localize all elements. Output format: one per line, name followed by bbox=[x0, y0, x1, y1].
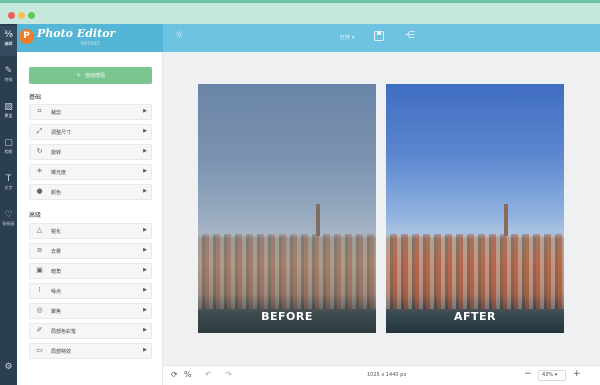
rail-item-effects[interactable]: ✎ 特效 bbox=[0, 62, 17, 92]
logo-badge-icon: P bbox=[19, 29, 34, 44]
exposure-icon: ☀ bbox=[36, 167, 43, 175]
chevron-right-icon: ▶ bbox=[143, 168, 147, 174]
tool-vignette[interactable]: ▣ 暗角 ▶ bbox=[29, 263, 152, 279]
zoom-select[interactable]: 43% ▾ bbox=[538, 370, 566, 381]
chevron-right-icon: ▶ bbox=[143, 128, 147, 134]
crop-icon: ⌗ bbox=[37, 107, 42, 115]
share-icon[interactable]: ⋲ bbox=[405, 30, 415, 41]
left-rail: ⅜ 编辑 ✎ 特效 ▨ 覆盖 ▢ 相框 T 文字 ♡ 贴纸画 ⚙ bbox=[0, 24, 17, 385]
open-menu[interactable]: 打开 ▾ bbox=[340, 34, 355, 41]
zoom-out-button[interactable]: − bbox=[524, 369, 532, 379]
chevron-right-icon: ▶ bbox=[143, 287, 147, 293]
brush-icon: ✎ bbox=[4, 66, 13, 76]
tool-dehaze[interactable]: ≡ 去雾 ▶ bbox=[29, 243, 152, 259]
color-brush-icon: ✐ bbox=[36, 326, 43, 334]
auto-enhance-button[interactable]: ✧ 自动增强 bbox=[29, 67, 152, 84]
rail-item-text[interactable]: T 文字 bbox=[0, 170, 17, 200]
tool-color[interactable]: ● 颜色 ▶ bbox=[29, 184, 152, 200]
sliders-icon: ⅜ bbox=[4, 30, 13, 40]
frame-icon: ▢ bbox=[4, 138, 13, 148]
section-basic-title: 基础 bbox=[29, 94, 42, 101]
rail-item-frame[interactable]: ▢ 相框 bbox=[0, 134, 17, 164]
app-logo: P Photo Editor POTOST bbox=[17, 24, 163, 52]
section-advanced-title: 高级 bbox=[29, 212, 42, 219]
tool-exposure[interactable]: ☀ 曝光度 ▶ bbox=[29, 164, 152, 180]
tool-crop[interactable]: ⌗ 裁剪 ▶ bbox=[29, 104, 152, 120]
photo-canvas[interactable]: BEFORE AFTER bbox=[163, 52, 600, 365]
chevron-right-icon: ▶ bbox=[143, 227, 147, 233]
chevron-right-icon: ▶ bbox=[143, 247, 147, 253]
sharpen-icon: △ bbox=[36, 226, 43, 234]
heart-icon: ♡ bbox=[4, 210, 13, 220]
zoom-value: 43% bbox=[542, 372, 554, 378]
open-menu-label: 打开 bbox=[340, 35, 351, 41]
rail-item-edit[interactable]: ⅜ 编辑 bbox=[0, 26, 17, 56]
texture-icon: ▨ bbox=[4, 102, 13, 112]
rotate-icon: ↻ bbox=[36, 147, 43, 155]
close-window-button[interactable] bbox=[8, 12, 15, 19]
caret-down-icon: ▾ bbox=[352, 35, 355, 41]
after-photo: AFTER bbox=[386, 84, 564, 333]
after-label: AFTER bbox=[453, 310, 496, 323]
window-titlebar bbox=[0, 0, 600, 24]
image-dimensions: 1025 x 1440 px bbox=[367, 372, 407, 378]
zoom-in-button[interactable]: + bbox=[573, 369, 581, 379]
tool-sharpen[interactable]: △ 锐化 ▶ bbox=[29, 223, 152, 239]
tool-noise[interactable]: ⁞ 噪点 ▶ bbox=[29, 283, 152, 299]
tool-resize[interactable]: ⤢ 调整尺寸 ▶ bbox=[29, 124, 152, 140]
app-subtitle: POTOST bbox=[81, 41, 101, 46]
bell-tower bbox=[316, 204, 320, 236]
before-photo: BEFORE bbox=[198, 84, 376, 333]
rail-item-stickers[interactable]: ♡ 贴纸画 bbox=[0, 206, 17, 236]
tool-color-brush[interactable]: ✐ 局部色彩笔 ▶ bbox=[29, 323, 152, 339]
tool-rotate[interactable]: ↻ 旋转 ▶ bbox=[29, 144, 152, 160]
maximize-window-button[interactable] bbox=[28, 12, 35, 19]
city-skyline bbox=[198, 234, 376, 309]
bell-tower bbox=[504, 204, 508, 236]
settings-gear-icon[interactable]: ⚙ bbox=[0, 362, 17, 372]
chevron-right-icon: ▶ bbox=[143, 327, 147, 333]
before-label: BEFORE bbox=[261, 310, 313, 323]
chevron-right-icon: ▶ bbox=[143, 347, 147, 353]
noise-icon: ⁞ bbox=[38, 286, 41, 294]
vignette-icon: ▣ bbox=[36, 266, 43, 274]
city-skyline bbox=[386, 234, 564, 309]
chevron-right-icon: ▶ bbox=[143, 108, 147, 114]
dehaze-icon: ≡ bbox=[36, 246, 43, 254]
app-header: P Photo Editor POTOST ☼ 打开 ▾ ⋲ bbox=[17, 24, 600, 52]
tool-panel: ✧ 自动增强 基础 ⌗ 裁剪 ▶ ⤢ 调整尺寸 ▶ ↻ 旋转 ▶ ☀ 曝光度 ▶ … bbox=[17, 52, 163, 385]
tool-local-effect[interactable]: ▭ 局部特效 ▶ bbox=[29, 343, 152, 359]
minimize-window-button[interactable] bbox=[18, 12, 25, 19]
chevron-right-icon: ▶ bbox=[143, 148, 147, 154]
magic-wand-icon: ✧ bbox=[75, 72, 81, 79]
bottom-toolbar: ⟳ % ↶ ↷ 1025 x 1440 px − 43% ▾ + bbox=[163, 365, 600, 385]
auto-enhance-label: 自动增强 bbox=[85, 73, 106, 79]
rail-item-overlay[interactable]: ▨ 覆盖 bbox=[0, 98, 17, 128]
tool-focus[interactable]: ◎ 聚焦 ▶ bbox=[29, 303, 152, 319]
text-icon: T bbox=[5, 174, 12, 184]
focus-icon: ◎ bbox=[36, 306, 43, 314]
chevron-right-icon: ▶ bbox=[143, 307, 147, 313]
chevron-right-icon: ▶ bbox=[143, 188, 147, 194]
app-title: Photo Editor bbox=[37, 27, 116, 40]
lightbulb-icon[interactable]: ☼ bbox=[175, 30, 184, 41]
chevron-right-icon: ▶ bbox=[143, 267, 147, 273]
caret-down-icon: ▾ bbox=[554, 372, 558, 378]
color-drop-icon: ● bbox=[36, 187, 43, 195]
undo-icon[interactable]: ↶ bbox=[205, 370, 212, 379]
compare-icon[interactable]: % bbox=[184, 370, 192, 379]
resize-icon: ⤢ bbox=[36, 127, 43, 135]
save-icon[interactable] bbox=[374, 31, 384, 41]
redo-icon[interactable]: ↷ bbox=[225, 370, 232, 379]
local-effect-icon: ▭ bbox=[36, 346, 43, 354]
refresh-icon[interactable]: ⟳ bbox=[171, 370, 178, 379]
